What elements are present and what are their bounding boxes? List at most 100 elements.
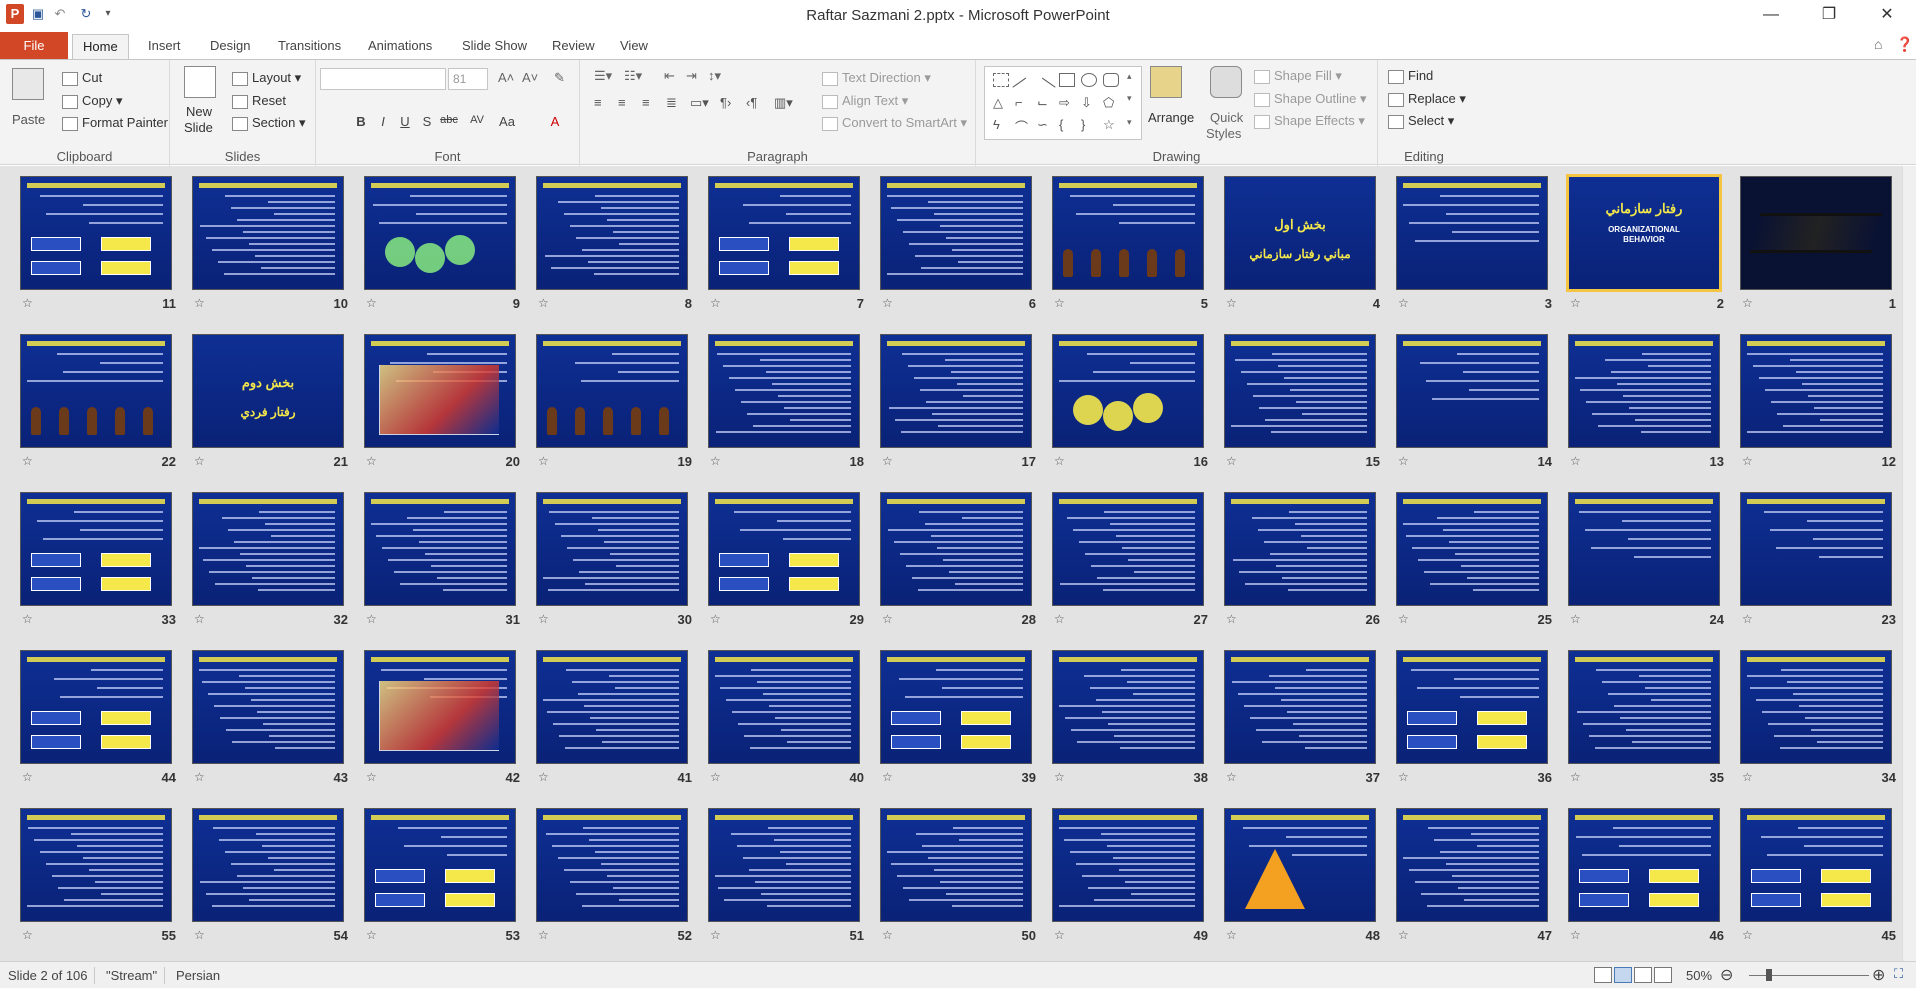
slide-preview[interactable]	[1224, 650, 1376, 764]
normal-view-icon[interactable]	[1594, 967, 1612, 983]
grow-font-icon[interactable]: A˄	[498, 70, 514, 85]
slide-preview[interactable]	[708, 176, 860, 290]
slide-thumbnail-23[interactable]: ☆ 23	[1730, 482, 1902, 640]
slide-thumbnail-52[interactable]: ☆ 52	[526, 798, 698, 956]
change-case-icon[interactable]: Aa	[498, 114, 516, 134]
slide-thumbnail-49[interactable]: ☆ 49	[1042, 798, 1214, 956]
minimize-button[interactable]: —	[1746, 0, 1796, 30]
font-name-combobox[interactable]	[320, 68, 446, 90]
slide-thumbnail-21[interactable]: بخش دوم رفتار فردي ☆ 21	[182, 324, 354, 482]
slide-thumbnail-40[interactable]: ☆ 40	[698, 640, 870, 798]
slide-preview[interactable]	[1052, 492, 1204, 606]
slide-preview[interactable]	[880, 176, 1032, 290]
increase-indent-icon[interactable]: ⇥	[686, 68, 697, 84]
slide-preview[interactable]	[1568, 334, 1720, 448]
zoom-slider-thumb[interactable]	[1766, 969, 1772, 981]
slide-thumbnail-26[interactable]: ☆ 26	[1214, 482, 1386, 640]
copy-button[interactable]: Copy ▾	[62, 93, 123, 109]
transition-star-icon[interactable]: ☆	[1226, 928, 1237, 942]
connector-shape-icon[interactable]: ⌙	[1037, 95, 1048, 111]
slide-thumbnail-29[interactable]: ☆ 29	[698, 482, 870, 640]
slide-preview[interactable]	[1396, 334, 1548, 448]
slide-thumbnail-41[interactable]: ☆ 41	[526, 640, 698, 798]
transition-star-icon[interactable]: ☆	[1570, 770, 1581, 784]
slide-thumbnail-51[interactable]: ☆ 51	[698, 798, 870, 956]
transition-star-icon[interactable]: ☆	[882, 454, 893, 468]
slide-thumbnail-25[interactable]: ☆ 25	[1386, 482, 1558, 640]
transition-star-icon[interactable]: ☆	[1570, 296, 1581, 310]
slide-thumbnail-32[interactable]: ☆ 32	[182, 482, 354, 640]
slide-preview[interactable]	[364, 650, 516, 764]
section-button[interactable]: Section ▾	[232, 115, 306, 131]
transition-star-icon[interactable]: ☆	[1742, 296, 1753, 310]
align-left-icon[interactable]: ≡	[594, 95, 602, 110]
transition-star-icon[interactable]: ☆	[1398, 612, 1409, 626]
transition-star-icon[interactable]: ☆	[22, 612, 33, 626]
transition-star-icon[interactable]: ☆	[1742, 454, 1753, 468]
slide-thumbnail-27[interactable]: ☆ 27	[1042, 482, 1214, 640]
transition-star-icon[interactable]: ☆	[366, 296, 377, 310]
justify-icon[interactable]: ≣	[666, 95, 677, 111]
slide-thumbnail-43[interactable]: ☆ 43	[182, 640, 354, 798]
slide-preview[interactable]	[880, 808, 1032, 922]
transition-star-icon[interactable]: ☆	[710, 770, 721, 784]
quick-styles-button-line2[interactable]: Styles	[1206, 126, 1241, 141]
tab-insert[interactable]: Insert	[138, 34, 191, 60]
shape-effects-button[interactable]: Shape Effects ▾	[1254, 113, 1365, 129]
slide-thumbnail-55[interactable]: ☆ 55	[10, 798, 182, 956]
zoom-level[interactable]: 50%	[1686, 968, 1712, 983]
slide-preview[interactable]	[1224, 492, 1376, 606]
slide-thumbnail-11[interactable]: ☆ 11	[10, 166, 182, 324]
transition-star-icon[interactable]: ☆	[1226, 454, 1237, 468]
slide-thumbnail-47[interactable]: ☆ 47	[1386, 798, 1558, 956]
transition-star-icon[interactable]: ☆	[194, 770, 205, 784]
zoom-out-icon[interactable]: ⊖	[1720, 965, 1733, 985]
align-right-icon[interactable]: ≡	[642, 95, 650, 110]
transition-star-icon[interactable]: ☆	[1054, 454, 1065, 468]
slide-thumbnail-9[interactable]: ☆ 9	[354, 166, 526, 324]
slide-thumbnail-13[interactable]: ☆ 13	[1558, 324, 1730, 482]
slide-sorter-view-icon[interactable]	[1614, 967, 1632, 983]
slide-thumbnail-42[interactable]: ☆ 42	[354, 640, 526, 798]
shadow-icon[interactable]: S	[418, 114, 436, 134]
slide-preview[interactable]	[192, 650, 344, 764]
slide-thumbnail-12[interactable]: ☆ 12	[1730, 324, 1902, 482]
slide-preview[interactable]	[1568, 808, 1720, 922]
transition-star-icon[interactable]: ☆	[22, 454, 33, 468]
slide-thumbnail-28[interactable]: ☆ 28	[870, 482, 1042, 640]
slide-thumbnail-37[interactable]: ☆ 37	[1214, 640, 1386, 798]
slide-preview[interactable]	[364, 176, 516, 290]
slide-preview[interactable]	[1396, 176, 1548, 290]
transition-star-icon[interactable]: ☆	[882, 612, 893, 626]
align-center-icon[interactable]: ≡	[618, 95, 626, 110]
slide-thumbnail-17[interactable]: ☆ 17	[870, 324, 1042, 482]
transition-star-icon[interactable]: ☆	[194, 296, 205, 310]
slide-preview[interactable]: رفتار سازماني ORGANIZATIONAL BEHAVIOR	[1566, 174, 1722, 292]
transition-star-icon[interactable]: ☆	[538, 296, 549, 310]
slide-thumbnail-30[interactable]: ☆ 30	[526, 482, 698, 640]
slide-preview[interactable]	[1568, 650, 1720, 764]
transition-star-icon[interactable]: ☆	[1398, 770, 1409, 784]
underline-icon[interactable]: U	[396, 114, 414, 134]
slide-thumbnail-44[interactable]: ☆ 44	[10, 640, 182, 798]
restore-button[interactable]: ❐	[1804, 0, 1854, 30]
down-arrow-shape-icon[interactable]: ⇩	[1081, 95, 1092, 111]
transition-star-icon[interactable]: ☆	[1742, 928, 1753, 942]
slide-thumbnail-24[interactable]: ☆ 24	[1558, 482, 1730, 640]
decrease-indent-icon[interactable]: ⇤	[664, 68, 675, 84]
slide-thumbnail-2[interactable]: رفتار سازماني ORGANIZATIONAL BEHAVIOR ☆ 2	[1558, 166, 1730, 324]
transition-star-icon[interactable]: ☆	[538, 454, 549, 468]
slide-preview[interactable]	[20, 492, 172, 606]
slide-preview[interactable]	[708, 808, 860, 922]
transition-star-icon[interactable]: ☆	[710, 612, 721, 626]
transition-star-icon[interactable]: ☆	[1054, 770, 1065, 784]
slide-preview[interactable]	[1396, 650, 1548, 764]
slide-thumbnail-33[interactable]: ☆ 33	[10, 482, 182, 640]
numbering-icon[interactable]: ☷▾	[624, 68, 642, 84]
transition-star-icon[interactable]: ☆	[1742, 770, 1753, 784]
slide-preview[interactable]	[364, 492, 516, 606]
transition-star-icon[interactable]: ☆	[1570, 454, 1581, 468]
slide-preview[interactable]	[364, 334, 516, 448]
cut-button[interactable]: Cut	[62, 70, 102, 86]
tab-slide-show[interactable]: Slide Show	[452, 34, 537, 60]
